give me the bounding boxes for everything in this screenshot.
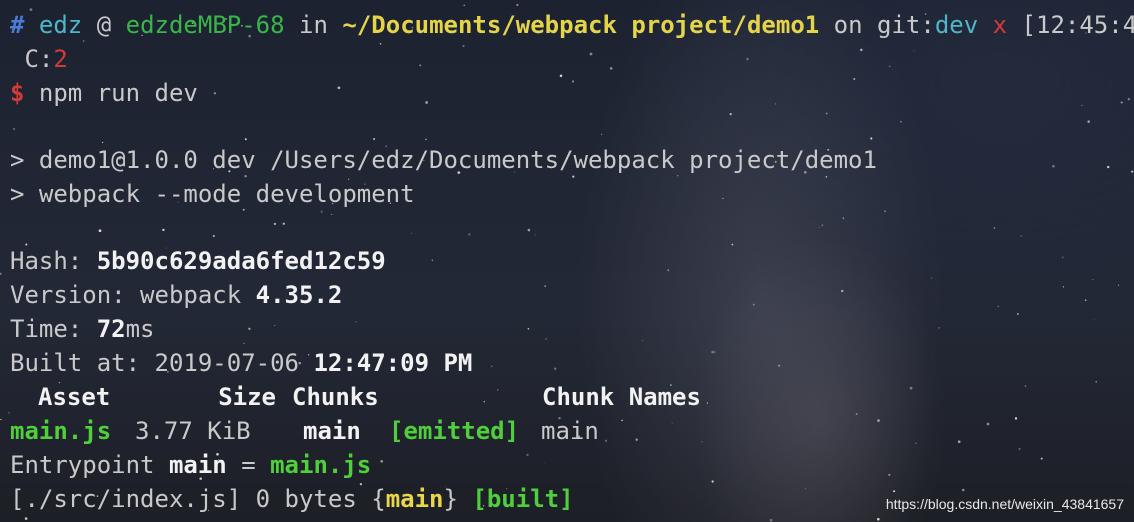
header-chunk-names: Chunk Names — [542, 383, 701, 411]
star — [0, 272, 2, 275]
prompt-git: git: — [877, 11, 935, 39]
star — [516, 3, 519, 7]
prompt-dollar: $ — [10, 79, 25, 107]
module-path: [./src/index.js] — [10, 485, 242, 513]
prompt-branch: dev — [934, 11, 979, 39]
star — [0, 418, 2, 421]
entrypoint-file: main.js — [270, 451, 372, 479]
watermark: https://blog.csdn.net/weixin_43841657 — [885, 496, 1124, 512]
version-label: Version: webpack — [10, 281, 256, 309]
entrypoint-eq: = — [226, 451, 271, 479]
time-value: 72 — [96, 315, 126, 343]
entrypoint-label: Entrypoint — [10, 451, 169, 479]
header-asset: Asset — [38, 383, 111, 411]
version-line: Version: webpack 4.35.2 — [10, 278, 1134, 312]
header-size: Size — [218, 383, 276, 411]
prompt-path: ~/Documents/webpack project/demo1 — [342, 11, 820, 39]
module-brace-open: { — [371, 485, 386, 513]
prompt-user: edz — [38, 11, 83, 39]
built-at-line: Built at: 2019-07-06 12:47:09 PM — [10, 346, 1134, 380]
time-unit: ms — [125, 315, 155, 343]
module-chunk: main — [385, 485, 444, 513]
built-at-label: Built at: 2019-07-06 — [10, 349, 314, 377]
prompt-host: edzdeMBP-68 — [125, 11, 285, 39]
star — [769, 518, 773, 522]
star — [877, 517, 880, 521]
time-label: Time: — [10, 315, 97, 343]
entrypoint-line: Entrypoint main = main.js — [10, 448, 1134, 482]
module-status: [built] — [472, 485, 574, 513]
asset-chunk: main — [303, 417, 361, 445]
prompt-in: in — [299, 11, 328, 39]
asset-table-row: main.js 3.77 KiB main [emitted] main — [10, 414, 1134, 448]
prompt-on: on — [833, 11, 863, 39]
asset-status: [emitted] — [389, 417, 520, 445]
built-at-value: 12:47:09 PM — [313, 349, 473, 377]
hash-line: Hash: 5b90c629ada6fed12c59 — [10, 244, 1134, 278]
prompt-hash: # — [10, 11, 25, 39]
prompt-status-line: C:2 — [10, 42, 1134, 76]
star — [24, 517, 28, 520]
header-chunks: Chunks — [292, 383, 379, 411]
version-value: 4.35.2 — [255, 281, 343, 309]
asset-size: 3.77 KiB — [135, 417, 251, 445]
prompt-c-label: C: — [24, 45, 54, 73]
time-line: Time: 72ms — [10, 312, 1134, 346]
entrypoint-name: main — [168, 451, 227, 479]
command-line: $ npm run dev — [10, 76, 1134, 110]
script-line: > demo1@1.0.0 dev /Users/edz/Documents/w… — [10, 146, 877, 174]
terminal-output: # edz @ edzdeMBP-68 in ~/Documents/webpa… — [10, 8, 1134, 516]
prompt-at: @ — [96, 11, 112, 39]
script-line: > webpack --mode development — [10, 180, 415, 208]
asset-chunk-name: main — [541, 417, 599, 445]
command-text: npm run dev — [38, 79, 198, 107]
asset-name: main.js — [10, 417, 112, 445]
module-bytes: 0 bytes — [241, 485, 372, 513]
prompt-line: # edz @ edzdeMBP-68 in ~/Documents/webpa… — [10, 8, 1134, 42]
star — [463, 4, 465, 7]
hash-label: Hash: — [10, 247, 97, 275]
asset-table-header: Asset Size Chunks Chunk Names — [10, 380, 1134, 414]
prompt-c-value: 2 — [53, 45, 68, 73]
hash-value: 5b90c629ada6fed12c59 — [96, 247, 386, 275]
prompt-time: [12:45:43] — [1021, 11, 1134, 39]
prompt-dirty: x — [992, 11, 1008, 39]
module-brace-close: } — [443, 485, 458, 513]
